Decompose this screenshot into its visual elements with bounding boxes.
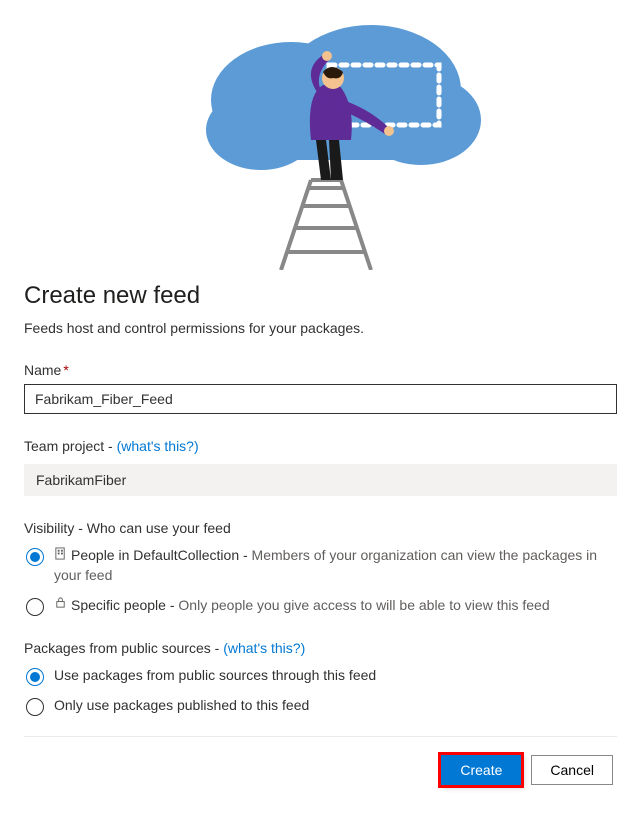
- org-icon: [54, 546, 67, 566]
- page-subtitle: Feeds host and control permissions for y…: [24, 320, 617, 336]
- team-project-label: Team project - (what's this?): [24, 438, 617, 454]
- dialog-buttons: Create Cancel: [24, 755, 617, 785]
- packages-option-published[interactable]: Only use packages published to this feed: [26, 696, 617, 716]
- create-button[interactable]: Create: [441, 755, 521, 785]
- packages-label: Packages from public sources - (what's t…: [24, 640, 617, 656]
- team-project-help-link[interactable]: (what's this?): [117, 438, 199, 454]
- lock-icon: [54, 595, 67, 615]
- visibility-option-collection[interactable]: People in DefaultCollection - Members of…: [26, 546, 617, 586]
- cloud-illustration: [0, 0, 641, 270]
- packages-help-link[interactable]: (what's this?): [223, 640, 305, 656]
- visibility-option-specific[interactable]: Specific people - Only people you give a…: [26, 596, 617, 616]
- team-project-value: FabrikamFiber: [24, 464, 617, 496]
- radio-public-sources[interactable]: [26, 668, 44, 686]
- radio-collection[interactable]: [26, 548, 44, 566]
- divider: [24, 736, 617, 737]
- cancel-button[interactable]: Cancel: [531, 755, 613, 785]
- radio-specific[interactable]: [26, 598, 44, 616]
- page-title: Create new feed: [24, 282, 617, 310]
- name-label: Name*: [24, 362, 617, 378]
- visibility-label: Visibility - Who can use your feed: [24, 520, 617, 536]
- required-indicator: *: [63, 362, 68, 378]
- packages-option-public[interactable]: Use packages from public sources through…: [26, 666, 617, 686]
- radio-published-only[interactable]: [26, 698, 44, 716]
- name-input[interactable]: [24, 384, 617, 414]
